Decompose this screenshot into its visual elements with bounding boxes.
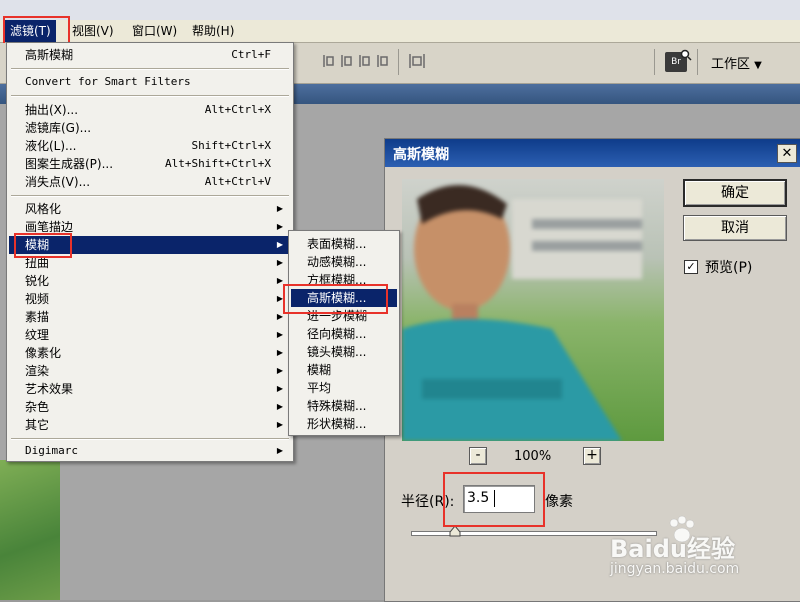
menu-item-brush-strokes[interactable]: 画笔描边 ▶ — [9, 218, 291, 236]
menu-bar: 滤镜(T) 视图(V) 窗口(W) 帮助(H) — [0, 20, 800, 43]
watermark-brand: Baidu经验 — [610, 535, 735, 563]
submenu-item-shape-blur[interactable]: 形状模糊... — [291, 415, 397, 433]
menu-item-extract[interactable]: 抽出(X)... Alt+Ctrl+X — [9, 101, 291, 119]
menu-item-stylize[interactable]: 风格化 ▶ — [9, 200, 291, 218]
menu-item-noise[interactable]: 杂色 ▶ — [9, 398, 291, 416]
menu-item-texture[interactable]: 纹理 ▶ — [9, 326, 291, 344]
menu-item-blur[interactable]: 模糊 ▶ — [9, 236, 291, 254]
submenu-arrow-icon: ▶ — [276, 204, 283, 213]
submenu-arrow-icon: ▶ — [276, 312, 283, 321]
menu-separator — [11, 95, 289, 97]
submenu-arrow-icon: ▶ — [276, 258, 283, 267]
zoom-out-button[interactable]: - — [469, 447, 487, 465]
menu-item-distort[interactable]: 扭曲 ▶ — [9, 254, 291, 272]
submenu-item-lens-blur[interactable]: 镜头模糊... — [291, 343, 397, 361]
toolbar-divider — [398, 49, 399, 75]
menu-item-video[interactable]: 视频 ▶ — [9, 290, 291, 308]
submenu-arrow-icon: ▶ — [276, 384, 283, 393]
radius-value: 3.5 — [467, 490, 490, 506]
zoom-level: 100% — [514, 449, 552, 464]
submenu-item-blur-more[interactable]: 进一步模糊 — [291, 307, 397, 325]
radius-unit: 像素 — [545, 494, 573, 510]
menu-item-other[interactable]: 其它 ▶ — [9, 416, 291, 434]
dialog-title: 高斯模糊 — [393, 147, 449, 163]
menu-item-pattern-maker[interactable]: 图案生成器(P)... Alt+Shift+Ctrl+X — [9, 155, 291, 173]
submenu-item-smart-blur[interactable]: 特殊模糊... — [291, 397, 397, 415]
close-icon[interactable]: ✕ — [777, 144, 797, 163]
toolbar-divider — [697, 49, 698, 75]
watermark: Baidu经验 jingyan.baidu.com — [610, 515, 800, 585]
preview-label: 预览(P) — [705, 260, 753, 276]
background-photo — [0, 460, 60, 600]
submenu-item-blur[interactable]: 模糊 — [291, 361, 397, 379]
text-cursor — [494, 490, 495, 507]
menu-item-filter-gallery[interactable]: 滤镜库(G)... — [9, 119, 291, 137]
menu-window[interactable]: 窗口(W) — [127, 20, 182, 42]
submenu-arrow-icon: ▶ — [276, 222, 283, 231]
menu-item-sketch[interactable]: 素描 ▶ — [9, 308, 291, 326]
submenu-item-radial-blur[interactable]: 径向模糊... — [291, 325, 397, 343]
submenu-arrow-icon: ▶ — [276, 276, 283, 285]
menu-view[interactable]: 视图(V) — [67, 20, 119, 42]
menu-separator — [11, 195, 289, 197]
menu-item-vanishing-point[interactable]: 消失点(V)... Alt+Ctrl+V — [9, 173, 291, 191]
submenu-arrow-icon: ▶ — [276, 240, 283, 249]
ok-button[interactable]: 确定 — [683, 179, 787, 207]
menu-filter[interactable]: 滤镜(T) — [5, 20, 56, 42]
align-icons-group — [323, 55, 388, 67]
watermark-url: jingyan.baidu.com — [610, 561, 740, 577]
submenu-arrow-icon: ▶ — [276, 294, 283, 303]
toolbar-divider — [654, 49, 655, 75]
search-icon — [680, 49, 692, 61]
submenu-arrow-icon: ▶ — [276, 446, 283, 455]
preview-image — [402, 179, 664, 441]
submenu-arrow-icon: ▶ — [276, 420, 283, 429]
submenu-arrow-icon: ▶ — [276, 330, 283, 339]
submenu-item-box-blur[interactable]: 方框模糊... — [291, 271, 397, 289]
menu-item-artistic[interactable]: 艺术效果 ▶ — [9, 380, 291, 398]
cancel-button[interactable]: 取消 — [683, 215, 787, 241]
submenu-arrow-icon: ▶ — [276, 348, 283, 357]
preview-checkbox[interactable]: ✓ — [684, 260, 698, 274]
radius-slider-handle[interactable] — [449, 525, 461, 537]
window-top-strip — [0, 0, 800, 20]
dialog-title-bar: 高斯模糊 ✕ — [385, 139, 800, 167]
submenu-item-surface-blur[interactable]: 表面模糊... — [291, 235, 397, 253]
blur-submenu: 表面模糊... 动感模糊... 方框模糊... 高斯模糊... 进一步模糊 径向… — [288, 230, 400, 436]
radius-label: 半径(R): — [401, 494, 455, 510]
menu-separator — [11, 438, 289, 440]
menu-help[interactable]: 帮助(H) — [187, 20, 239, 42]
workspace-button[interactable]: 工作区 ▼ — [711, 53, 762, 72]
menu-item-convert-smart-filters[interactable]: Convert for Smart Filters — [9, 73, 291, 91]
submenu-arrow-icon: ▶ — [276, 366, 283, 375]
submenu-item-average[interactable]: 平均 — [291, 379, 397, 397]
submenu-arrow-icon: ▶ — [276, 402, 283, 411]
workspace-label: 工作区 — [711, 57, 751, 72]
preview-photo-content — [402, 185, 642, 441]
distribute-icon[interactable] — [406, 51, 428, 71]
submenu-item-gaussian-blur[interactable]: 高斯模糊... — [291, 289, 397, 307]
filter-menu: 高斯模糊 Ctrl+F Convert for Smart Filters 抽出(… — [6, 42, 294, 462]
menu-item-sharpen[interactable]: 锐化 ▶ — [9, 272, 291, 290]
menu-item-render[interactable]: 渲染 ▶ — [9, 362, 291, 380]
menu-separator — [11, 68, 289, 70]
zoom-in-button[interactable]: + — [583, 447, 601, 465]
menu-item-digimarc[interactable]: Digimarc ▶ — [9, 442, 291, 460]
radius-input[interactable]: 3.5 — [463, 485, 535, 513]
menu-item-last-filter[interactable]: 高斯模糊 Ctrl+F — [9, 46, 291, 64]
submenu-item-motion-blur[interactable]: 动感模糊... — [291, 253, 397, 271]
menu-item-pixelate[interactable]: 像素化 ▶ — [9, 344, 291, 362]
menu-item-liquify[interactable]: 液化(L)... Shift+Ctrl+X — [9, 137, 291, 155]
caret-down-icon: ▼ — [754, 60, 762, 71]
